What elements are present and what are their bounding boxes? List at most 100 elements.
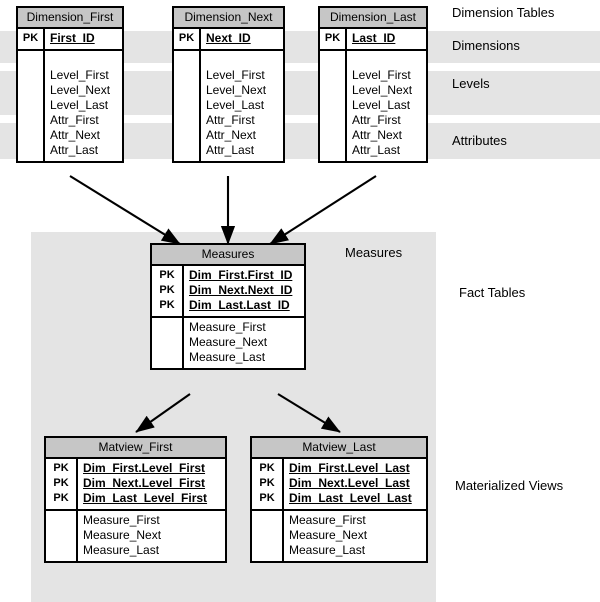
table-measures-keys: PK PK PK Dim_First.First_ID Dim_Next.Nex… xyxy=(152,266,304,318)
field-column: Measure_First Measure_Next Measure_Last xyxy=(284,511,426,561)
key-field: Dim_First.First_ID xyxy=(189,268,293,282)
key-field-column: Dim_First.Level_Last Dim_Next.Level_Last… xyxy=(284,459,426,509)
field: Attr_First xyxy=(206,113,255,127)
field: Level_Last xyxy=(352,98,411,112)
label-materialized-views: Materialized Views xyxy=(455,478,564,493)
field: Measure_Next xyxy=(83,528,162,542)
table-dimension-last-title: Dimension_Last xyxy=(320,8,426,29)
pk-marker: PK xyxy=(324,32,341,44)
link-dimension-first-to-measures xyxy=(69,175,181,245)
pk-marker: PK xyxy=(159,269,175,281)
table-matview-first[interactable]: Matview_First PK PK PK Dim_First.Level_F… xyxy=(44,436,227,563)
key-marker-column: PK PK PK xyxy=(252,459,284,509)
pk-marker: PK xyxy=(53,477,69,489)
label-measures: Measures xyxy=(345,245,403,260)
link-measures-to-matview-last xyxy=(277,393,341,433)
table-dimension-first[interactable]: Dimension_First PK First_ID Level_First … xyxy=(16,6,124,163)
link-measures-to-matview-first xyxy=(135,393,191,433)
key-field-column: Dim_First.Level_First Dim_Next.Level_Fir… xyxy=(78,459,225,509)
field: Measure_Last xyxy=(189,350,266,364)
table-measures-title: Measures xyxy=(152,245,304,266)
field: Attr_First xyxy=(50,113,99,127)
field: Attr_Next xyxy=(50,128,101,142)
table-measures-fields: Measure_First Measure_Next Measure_Last xyxy=(152,318,304,368)
key-field: Dim_First.Level_Last xyxy=(289,461,410,475)
link-dimension-last-to-measures xyxy=(269,175,377,245)
field: Attr_Last xyxy=(50,143,99,157)
key-marker-column: PK xyxy=(320,29,347,49)
pk-marker: PK xyxy=(259,462,275,474)
table-matview-first-keys: PK PK PK Dim_First.Level_First Dim_Next.… xyxy=(46,459,225,511)
table-matview-first-title: Matview_First xyxy=(46,438,225,459)
field: Attr_Last xyxy=(352,143,401,157)
label-dimension-tables: Dimension Tables xyxy=(452,5,555,20)
key-marker-column xyxy=(46,511,78,561)
key-field: Dim_Next.Level_First xyxy=(83,476,206,490)
field: Level_First xyxy=(206,68,265,82)
field: Measure_First xyxy=(189,320,266,334)
pk-marker: PK xyxy=(259,492,275,504)
table-matview-first-fields: Measure_First Measure_Next Measure_Last xyxy=(46,511,225,561)
pk-marker: PK xyxy=(159,299,175,311)
key-marker-column: PK PK PK xyxy=(46,459,78,509)
key-field: Dim_First.Level_First xyxy=(83,461,206,475)
field: Measure_Last xyxy=(289,543,366,557)
field-column: Measure_First Measure_Next Measure_Last xyxy=(78,511,225,561)
key-marker-column xyxy=(320,51,347,161)
key-marker-column xyxy=(252,511,284,561)
label-fact-tables: Fact Tables xyxy=(459,285,526,300)
pk-marker: PK xyxy=(178,32,195,44)
table-dimension-last-fields: Level_First Level_Next Level_Last Attr_F… xyxy=(320,51,426,161)
table-matview-last-keys: PK PK PK Dim_First.Level_Last Dim_Next.L… xyxy=(252,459,426,511)
field: Measure_Last xyxy=(83,543,160,557)
field: Level_First xyxy=(352,68,411,82)
table-dimension-next-fields: Level_First Level_Next Level_Last Attr_F… xyxy=(174,51,283,161)
field: Level_Last xyxy=(206,98,265,112)
table-dimension-last-keys: PK Last_ID xyxy=(320,29,426,51)
table-measures[interactable]: Measures PK PK PK Dim_First.First_ID Dim… xyxy=(150,243,306,370)
key-marker-column xyxy=(18,51,45,161)
table-matview-last-fields: Measure_First Measure_Next Measure_Last xyxy=(252,511,426,561)
key-field: Dim_Last.Last_ID xyxy=(189,298,290,312)
label-levels: Levels xyxy=(452,76,490,91)
table-dimension-first-fields: Level_First Level_Next Level_Last Attr_F… xyxy=(18,51,122,161)
key-field: Dim_Next.Level_Last xyxy=(289,476,410,490)
table-matview-last[interactable]: Matview_Last PK PK PK Dim_First.Level_La… xyxy=(250,436,428,563)
label-dimensions: Dimensions xyxy=(452,38,520,53)
key-field: Dim_Last_Level_Last xyxy=(289,491,412,505)
field: Measure_Next xyxy=(289,528,368,542)
field: Measure_Next xyxy=(189,335,268,349)
table-dimension-first-keys: PK First_ID xyxy=(18,29,122,51)
table-matview-last-title: Matview_Last xyxy=(252,438,426,459)
pk-marker: PK xyxy=(259,477,275,489)
field: Attr_Next xyxy=(206,128,257,142)
pk-marker: PK xyxy=(53,492,69,504)
key-field-column: First_ID xyxy=(45,29,122,49)
field-spacer xyxy=(352,53,426,68)
table-dimension-last[interactable]: Dimension_Last PK Last_ID Level_First Le… xyxy=(318,6,428,163)
field-spacer xyxy=(50,53,122,68)
key-marker-column xyxy=(152,318,184,368)
key-field-column: Dim_First.First_ID Dim_Next.Next_ID Dim_… xyxy=(184,266,304,316)
key-field: Last_ID xyxy=(352,31,396,45)
field-column: Measure_First Measure_Next Measure_Last xyxy=(184,318,304,368)
field: Level_Next xyxy=(50,83,111,97)
key-field: Dim_Last_Level_First xyxy=(83,491,208,505)
field: Level_Next xyxy=(352,83,413,97)
table-dimension-next[interactable]: Dimension_Next PK Next_ID Level_First Le… xyxy=(172,6,285,163)
key-field: Next_ID xyxy=(206,31,251,45)
field: Attr_First xyxy=(352,113,401,127)
key-marker-column xyxy=(174,51,201,161)
diagram-canvas: Dimension_First PK First_ID Level_First … xyxy=(0,0,600,602)
key-field: First_ID xyxy=(50,31,95,45)
key-marker-column: PK xyxy=(18,29,45,49)
field: Attr_Next xyxy=(352,128,403,142)
field-column: Level_First Level_Next Level_Last Attr_F… xyxy=(45,51,122,161)
field-spacer xyxy=(206,53,283,68)
pk-marker: PK xyxy=(22,32,39,44)
field: Attr_Last xyxy=(206,143,255,157)
field: Level_Next xyxy=(206,83,267,97)
table-dimension-first-title: Dimension_First xyxy=(18,8,122,29)
field-column: Level_First Level_Next Level_Last Attr_F… xyxy=(201,51,283,161)
field: Measure_First xyxy=(83,513,160,527)
